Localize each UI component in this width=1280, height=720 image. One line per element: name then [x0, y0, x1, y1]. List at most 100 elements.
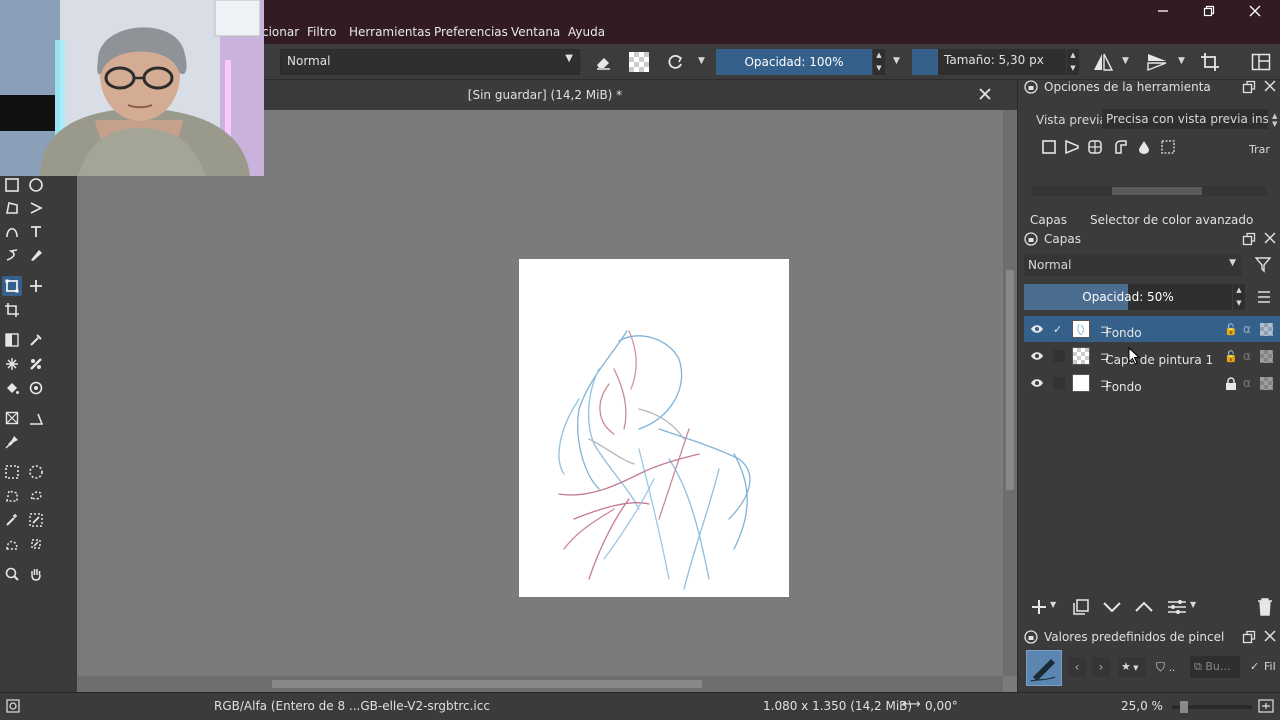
vertical-scrollbar[interactable]	[1003, 110, 1017, 676]
canvas-only-icon[interactable]	[1258, 699, 1274, 713]
mirror-horizontal-button[interactable]	[1090, 49, 1116, 75]
chevron-down-icon[interactable]: ▼	[1178, 56, 1185, 66]
layer-opacity-stepper[interactable]: ▲ ▼	[1233, 284, 1245, 310]
eraser-mode-button[interactable]	[590, 49, 616, 75]
fill-tool[interactable]	[2, 378, 22, 398]
tab-advanced-color-selector[interactable]: Selector de color avanzado	[1082, 210, 1261, 232]
drawing-paper[interactable]	[519, 259, 789, 597]
gradient-tool[interactable]	[2, 330, 22, 350]
float-docker-button[interactable]	[1242, 80, 1256, 94]
canvas-view[interactable]	[77, 110, 1003, 676]
inherit-alpha-icon[interactable]	[1260, 322, 1273, 336]
perspective-transform-button[interactable]	[1065, 140, 1081, 156]
menu-help[interactable]: Ayuda	[568, 25, 605, 39]
lock-icon[interactable]: 🔓	[1224, 323, 1238, 336]
horizontal-scroll-thumb[interactable]	[272, 680, 702, 688]
size-slider[interactable]: Tamaño: 5,30 px	[938, 49, 1066, 75]
zoom-slider[interactable]	[1172, 701, 1252, 713]
menu-select[interactable]: cionar	[262, 25, 299, 39]
bezier-select-tool[interactable]	[2, 534, 22, 554]
close-docker-button[interactable]	[1264, 630, 1276, 642]
layer-name[interactable]: Fondo	[1105, 326, 1141, 340]
size-slider-fill[interactable]	[912, 49, 938, 75]
checkbox[interactable]	[1053, 377, 1065, 389]
transform-tool[interactable]	[2, 276, 22, 296]
angle-tool[interactable]	[26, 408, 46, 428]
close-docker-button[interactable]	[1264, 232, 1276, 244]
calligraphy-tool[interactable]	[26, 245, 46, 265]
cage-transform-button[interactable]	[1113, 140, 1129, 156]
layer-row[interactable]: ✓ ⊐ Fondo 🔓 α	[1024, 316, 1280, 342]
zoom-value[interactable]: 25,0 %	[1121, 699, 1163, 713]
polygon-tool[interactable]	[2, 198, 22, 218]
menu-filter[interactable]: Filtro	[307, 25, 336, 39]
restore-button[interactable]	[1186, 0, 1232, 22]
eye-icon[interactable]	[1030, 322, 1044, 336]
previous-preset-button[interactable]: ‹	[1068, 657, 1086, 677]
vertical-scroll-thumb[interactable]	[1006, 270, 1014, 490]
text-tool[interactable]	[26, 221, 46, 241]
pan-tool[interactable]	[26, 564, 46, 584]
duplicate-layer-icon[interactable]	[1072, 598, 1090, 616]
tag-filter-button[interactable]: ★ ▼	[1118, 657, 1146, 677]
smart-patch-tool[interactable]	[2, 354, 22, 374]
reload-preset-button[interactable]	[662, 49, 688, 75]
chevron-down-icon[interactable]: ▼	[1122, 56, 1129, 66]
opacity-slider[interactable]: Opacidad: 100%	[716, 49, 872, 75]
layer-menu-button[interactable]	[1256, 290, 1272, 306]
zoom-slider-handle[interactable]	[1180, 701, 1188, 713]
move-layer-up-icon[interactable]	[1134, 598, 1154, 616]
ellipse-tool[interactable]	[26, 175, 46, 195]
move-tool[interactable]	[26, 276, 46, 296]
zoom-tool[interactable]	[2, 564, 22, 584]
lock-icon[interactable]: 🔓	[1224, 350, 1238, 363]
similar-select-tool[interactable]	[26, 510, 46, 530]
delete-layer-icon[interactable]	[1256, 597, 1274, 617]
layer-name[interactable]: Fondo	[1105, 380, 1141, 394]
wrap-around-button[interactable]	[1197, 49, 1223, 75]
bookmark-button[interactable]: ⛉ ..	[1152, 657, 1188, 677]
selection-mode-icon[interactable]	[6, 699, 20, 713]
float-docker-button[interactable]	[1242, 232, 1256, 246]
fill-contiguous-tool[interactable]	[26, 378, 46, 398]
freehand-select-tool[interactable]	[26, 486, 46, 506]
chevron-down-icon[interactable]: ▼	[893, 56, 900, 66]
lock-icon[interactable]	[1225, 376, 1237, 390]
inherit-alpha-icon[interactable]	[1260, 376, 1273, 390]
rotation-value[interactable]: 0,00°	[925, 699, 958, 713]
warp-transform-button[interactable]	[1088, 140, 1104, 156]
liquify-transform-button[interactable]	[1137, 140, 1153, 156]
layer-name[interactable]: Capa de pintura 1	[1105, 353, 1213, 367]
menu-preferences[interactable]: Preferencias	[434, 25, 508, 39]
workspace-button[interactable]	[1248, 49, 1274, 75]
filter-checkbox[interactable]: ✓	[1250, 660, 1259, 673]
eye-icon[interactable]	[1030, 349, 1044, 363]
layer-opacity-slider[interactable]: Opacidad: 50%	[1024, 284, 1232, 310]
close-window-button[interactable]	[1232, 0, 1278, 22]
layer-row[interactable]: ⊐ Capa de pintura 1 🔓 α	[1024, 343, 1280, 369]
eye-icon[interactable]	[1030, 376, 1044, 390]
tab-layers[interactable]: Capas	[1022, 210, 1075, 232]
brush-search-input[interactable]: ⧉ Bu...	[1190, 656, 1240, 678]
crop-tool[interactable]	[2, 300, 22, 320]
opacity-stepper[interactable]: ▲ ▼	[873, 49, 885, 75]
layer-row[interactable]: ⊐ Fondo α	[1024, 370, 1280, 396]
color-picker-tool[interactable]	[26, 330, 46, 350]
menu-tools[interactable]: Herramientas	[349, 25, 431, 39]
ellipse-select-tool[interactable]	[26, 462, 46, 482]
freehand-path-tool[interactable]	[2, 245, 22, 265]
mesh-transform-button[interactable]	[1161, 140, 1177, 156]
next-preset-button[interactable]: ›	[1092, 657, 1110, 677]
mirror-vertical-button[interactable]	[1144, 49, 1170, 75]
close-docker-button[interactable]	[1264, 80, 1276, 92]
checkbox[interactable]	[1053, 350, 1065, 362]
alpha-icon[interactable]: α	[1243, 376, 1251, 390]
check-icon[interactable]: ✓	[1053, 323, 1065, 336]
assistant-tool[interactable]	[26, 354, 46, 374]
minimize-button[interactable]	[1140, 0, 1186, 22]
color-space-info[interactable]: RGB/Alfa (Entero de 8 ...GB-elle-V2-srgb…	[214, 699, 490, 713]
layer-filter-button[interactable]	[1254, 255, 1272, 273]
float-docker-button[interactable]	[1242, 630, 1256, 644]
preview-mode-select[interactable]: Precisa con vista previa instantá	[1102, 109, 1268, 129]
magnetic-select-tool[interactable]	[26, 534, 46, 554]
